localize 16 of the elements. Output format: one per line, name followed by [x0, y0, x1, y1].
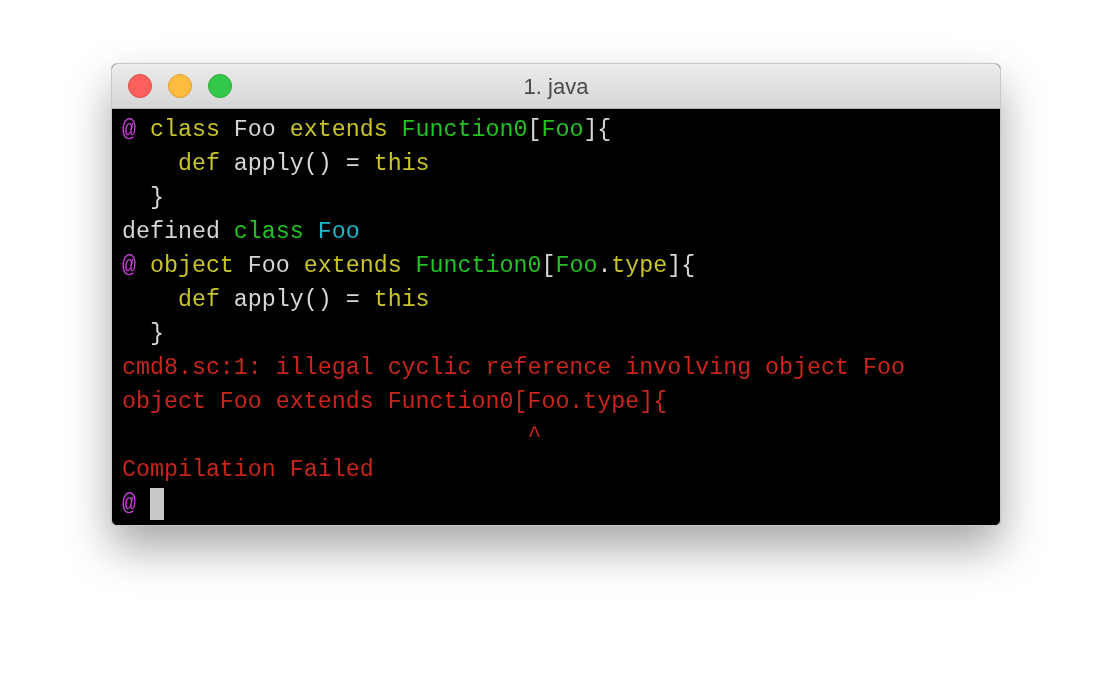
terminal-line: def apply() = this [176, 150, 430, 179]
terminal-line: Compilation Failed [122, 456, 374, 485]
terminal-line: @ class Foo extends Function0[Foo]{ [122, 116, 612, 145]
terminal-line: } [148, 320, 164, 349]
terminal-line: cmd8.sc:1: illegal cyclic reference involving object Foo [122, 354, 905, 383]
terminal-line: def apply() = this [176, 286, 430, 315]
terminal-line: object Foo extends Function0[Foo.type]{ [122, 388, 668, 417]
terminal-line: } [148, 184, 164, 213]
minimize-button[interactable] [168, 74, 192, 98]
terminal-line: @ object Foo extends Function0[Foo.type]{ [122, 252, 696, 281]
terminal-line: @ [122, 490, 136, 519]
zoom-button[interactable] [208, 74, 232, 98]
window-title: 1. java [523, 72, 589, 101]
terminal-line: ^ [526, 422, 542, 451]
terminal-line: defined class Foo [122, 218, 360, 247]
close-button[interactable] [128, 74, 152, 98]
